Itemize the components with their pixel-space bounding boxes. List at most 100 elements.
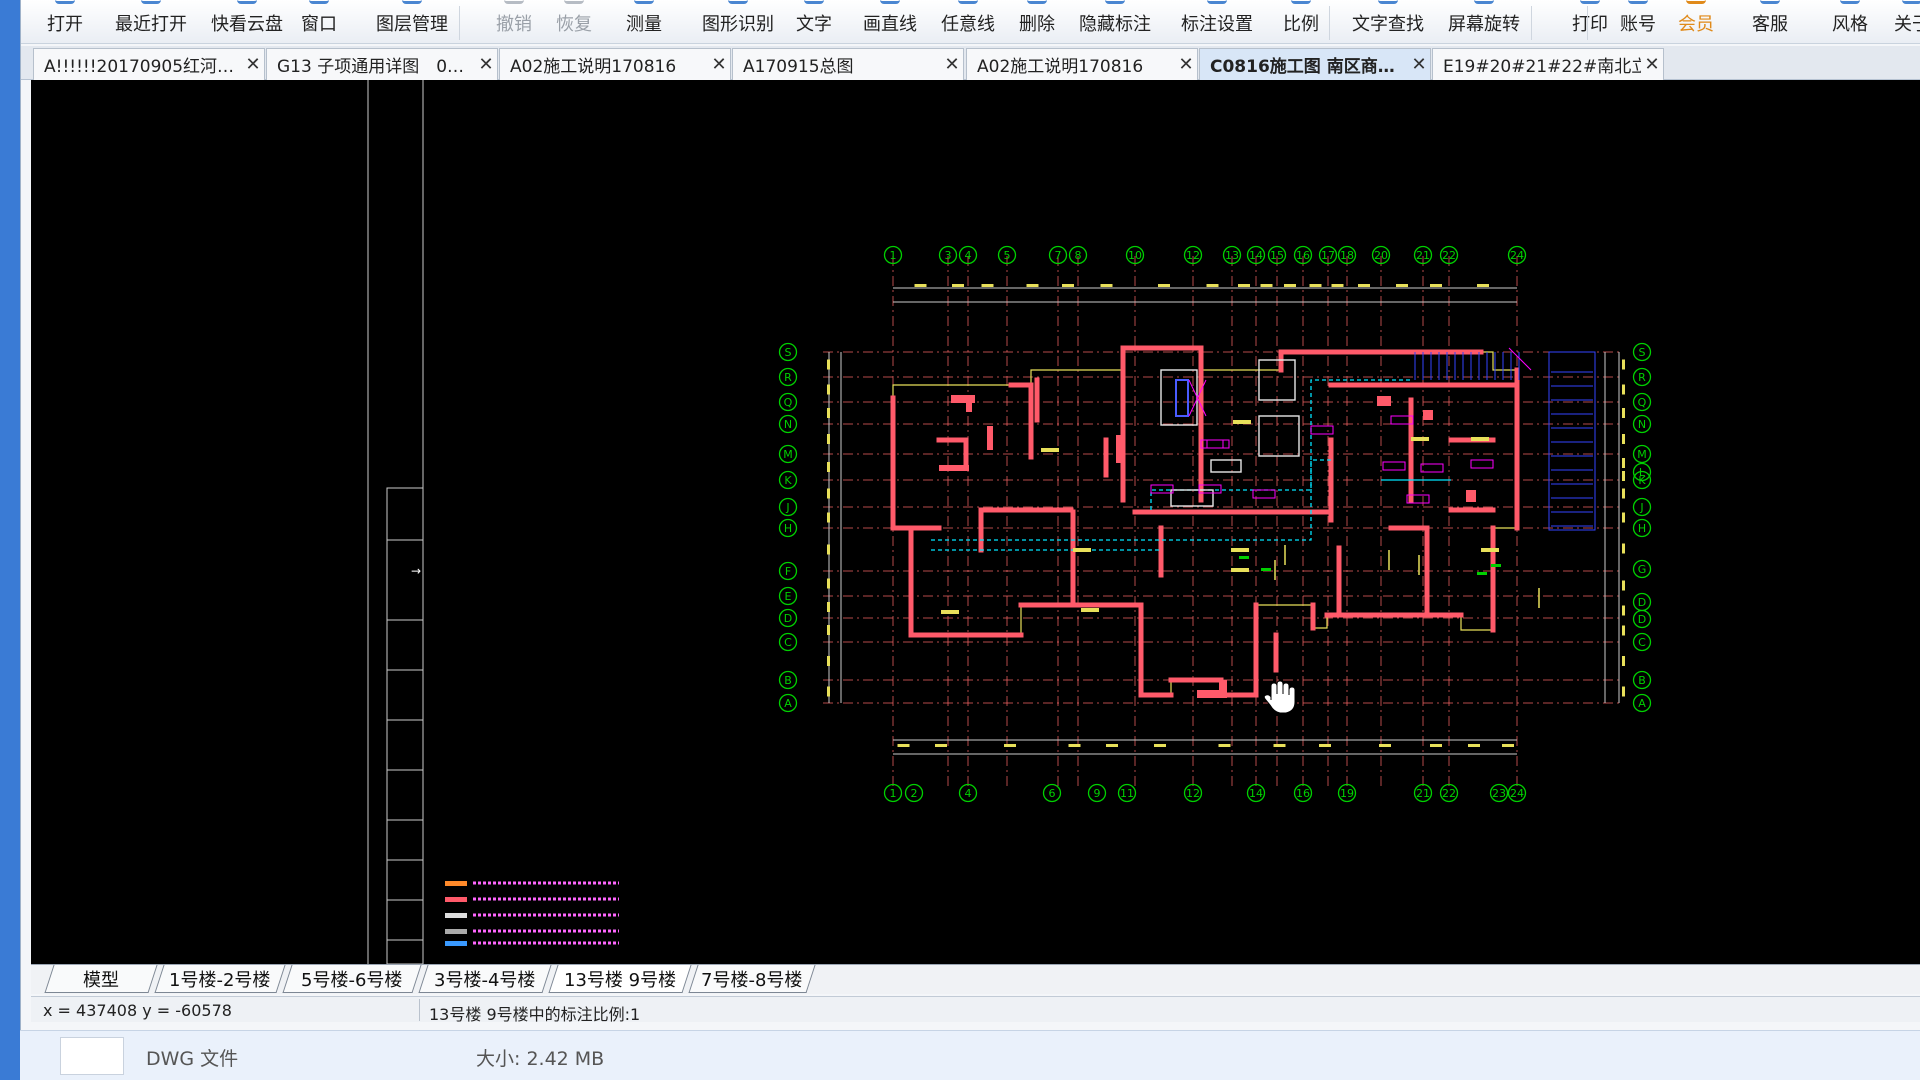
axis-label: N (784, 418, 792, 431)
toolbar-button-scale[interactable]: 比例 (1273, 0, 1329, 44)
dimension-tick-text (827, 686, 830, 697)
document-tab[interactable]: A02施工说明170816 ✕ (499, 48, 731, 80)
document-tab[interactable]: G13 子项通用详图 0… ✕ (266, 48, 498, 80)
axis-label: D (784, 612, 792, 625)
close-icon[interactable]: ✕ (1175, 54, 1197, 75)
layout-tab[interactable]: 3号楼-4号楼 (418, 965, 552, 993)
layout-tab[interactable]: 1号楼-2号楼 (154, 965, 286, 993)
document-tab[interactable]: C0816施工图 南区商… ✕ (1199, 48, 1431, 80)
annotation-scale-text: 13号楼 9号楼中的标注比例:1 (429, 1005, 641, 1024)
document-tab[interactable]: A02施工说明170816 ✕ (966, 48, 1198, 80)
toolbar-button-shape-recognize[interactable]: 图形识别 (693, 0, 783, 44)
toolbar-button-cloud[interactable]: 快看云盘 (204, 0, 290, 44)
dimension-tick-text (1622, 512, 1625, 523)
close-icon[interactable]: ✕ (941, 54, 963, 75)
toolbar-button-rotate[interactable]: 屏幕旋转 (1441, 0, 1527, 44)
axis-label: 8 (1075, 249, 1082, 262)
toolbar-button-annotation-settings[interactable]: 标注设置 (1173, 0, 1261, 44)
wall-stub (1423, 410, 1433, 420)
rotate-icon (1474, 0, 1494, 4)
document-tab[interactable]: A!!!!!!20170905红河… ✕ (33, 48, 265, 80)
toolbar-button-freehand[interactable]: 任意线 (927, 0, 1009, 44)
axis-label: 17 (1321, 249, 1335, 262)
toolbar-button-delete[interactable]: 删除 (1007, 0, 1067, 44)
toolbar-button-vip[interactable]: 会员 (1671, 0, 1721, 44)
dimension-tick-text (827, 462, 830, 472)
document-tab[interactable]: E19#20#21#22#南北立面✕ (1432, 48, 1664, 80)
room-tag (1200, 439, 1224, 449)
toolbar-button-text[interactable]: 文字 (785, 0, 843, 44)
close-icon[interactable]: ✕ (708, 54, 730, 75)
toolbar-button-line[interactable]: 画直线 (847, 0, 933, 44)
dimension-tick-text (827, 656, 830, 666)
dimension-tick-text (827, 602, 830, 612)
toolbar-button-recent[interactable]: 最近打开 (107, 0, 195, 44)
close-icon[interactable]: ✕ (1641, 54, 1663, 75)
dimension-tick-text (1062, 284, 1074, 287)
document-tab[interactable]: A170915总图 ✕ (732, 48, 964, 80)
toolbar-button-account[interactable]: 账号 (1609, 0, 1667, 44)
hand-cursor-shape (1263, 680, 1296, 714)
dimension-tick-text (1622, 580, 1625, 591)
toolbar-button-text-search[interactable]: 文字查找 (1345, 0, 1431, 44)
file-thumbnail[interactable] (60, 1037, 124, 1075)
layout-tab[interactable]: 5号楼-6号楼 (282, 965, 422, 993)
dimension-tick-text (935, 744, 947, 747)
toolbar-button-measure[interactable]: 测量 (613, 0, 675, 44)
layout-tab-label: 5号楼-6号楼 (301, 969, 403, 991)
dimension-tick-text (897, 744, 910, 747)
layout-tab-label: 3号楼-4号楼 (434, 969, 536, 991)
axis-label: 10 (1128, 249, 1142, 262)
room-label-mark (1041, 448, 1059, 452)
legend-swatch (445, 913, 467, 918)
dimension-tick-text (827, 578, 830, 589)
toolbar-button-folder-open[interactable]: 打开 (35, 0, 95, 44)
layout-tab[interactable]: 13号楼 9号楼 (548, 965, 692, 993)
dimension-tick-text (1260, 284, 1273, 287)
close-icon[interactable]: ✕ (1408, 54, 1430, 75)
toolbar-button-layers[interactable]: 图层管理 (369, 0, 455, 44)
room-label-mark (1481, 548, 1499, 552)
dimension-tick-text (1622, 625, 1625, 636)
toolbar-button-window[interactable]: 窗口 (289, 0, 349, 44)
toolbar-button-support[interactable]: 客服 (1741, 0, 1799, 44)
dimension-tick-text (827, 512, 830, 523)
drawing-canvas[interactable]: → 1 3 4 5 7 8 10 12 13 14 15 16 17 18 20 21 22 24 1 2 4 6 9 11 12… (31, 80, 1920, 964)
dimension-tick-text (1468, 744, 1480, 747)
status-bar: x = 437408 y = -60578 13号楼 9号楼中的标注比例:1 (31, 996, 1920, 1024)
axis-label: 19 (1340, 787, 1354, 800)
dimension-tick-text (827, 625, 830, 635)
dimension-tick-text (827, 434, 830, 444)
room-tag (1150, 484, 1174, 494)
dimension-tick-text (1622, 686, 1625, 697)
axis-label: 21 (1416, 249, 1430, 262)
toolbar-button-hide-annotation[interactable]: 隐藏标注 (1071, 0, 1159, 44)
toolbar-button-redo[interactable]: 恢复 (545, 0, 603, 44)
delete-icon (1027, 0, 1047, 4)
close-icon[interactable]: ✕ (242, 54, 264, 75)
toolbar-button-label: 关于 (1894, 14, 1920, 35)
axis-label: A (1638, 697, 1646, 710)
axis-label: 2 (911, 787, 918, 800)
layout-tab[interactable]: 7号楼-8号楼 (688, 965, 816, 993)
axis-label: B (1638, 674, 1646, 687)
title-block (386, 487, 424, 964)
toolbar-button-about[interactable]: 关于 (1883, 0, 1920, 44)
axis-label: C (1638, 636, 1646, 649)
leader-line (1508, 347, 1532, 371)
layers-icon (402, 0, 422, 4)
axis-label: H (784, 522, 792, 535)
toolbar-button-label: 打开 (47, 14, 83, 35)
toolbar-button-label: 窗口 (301, 14, 337, 35)
shape-recognize-icon (728, 0, 748, 4)
status-divider (419, 999, 420, 1021)
dimension-tick-text (1331, 284, 1344, 287)
dimension-tick-text (1622, 408, 1625, 418)
toolbar-button-style[interactable]: 风格 (1821, 0, 1879, 44)
toolbar-button-undo[interactable]: 撤销 (485, 0, 543, 44)
wall-stub (1377, 396, 1391, 406)
close-icon[interactable]: ✕ (475, 54, 497, 75)
layout-tab[interactable]: 模型 (44, 965, 158, 993)
dimension-tick-text (1622, 471, 1625, 481)
room-label-mark (941, 610, 959, 614)
